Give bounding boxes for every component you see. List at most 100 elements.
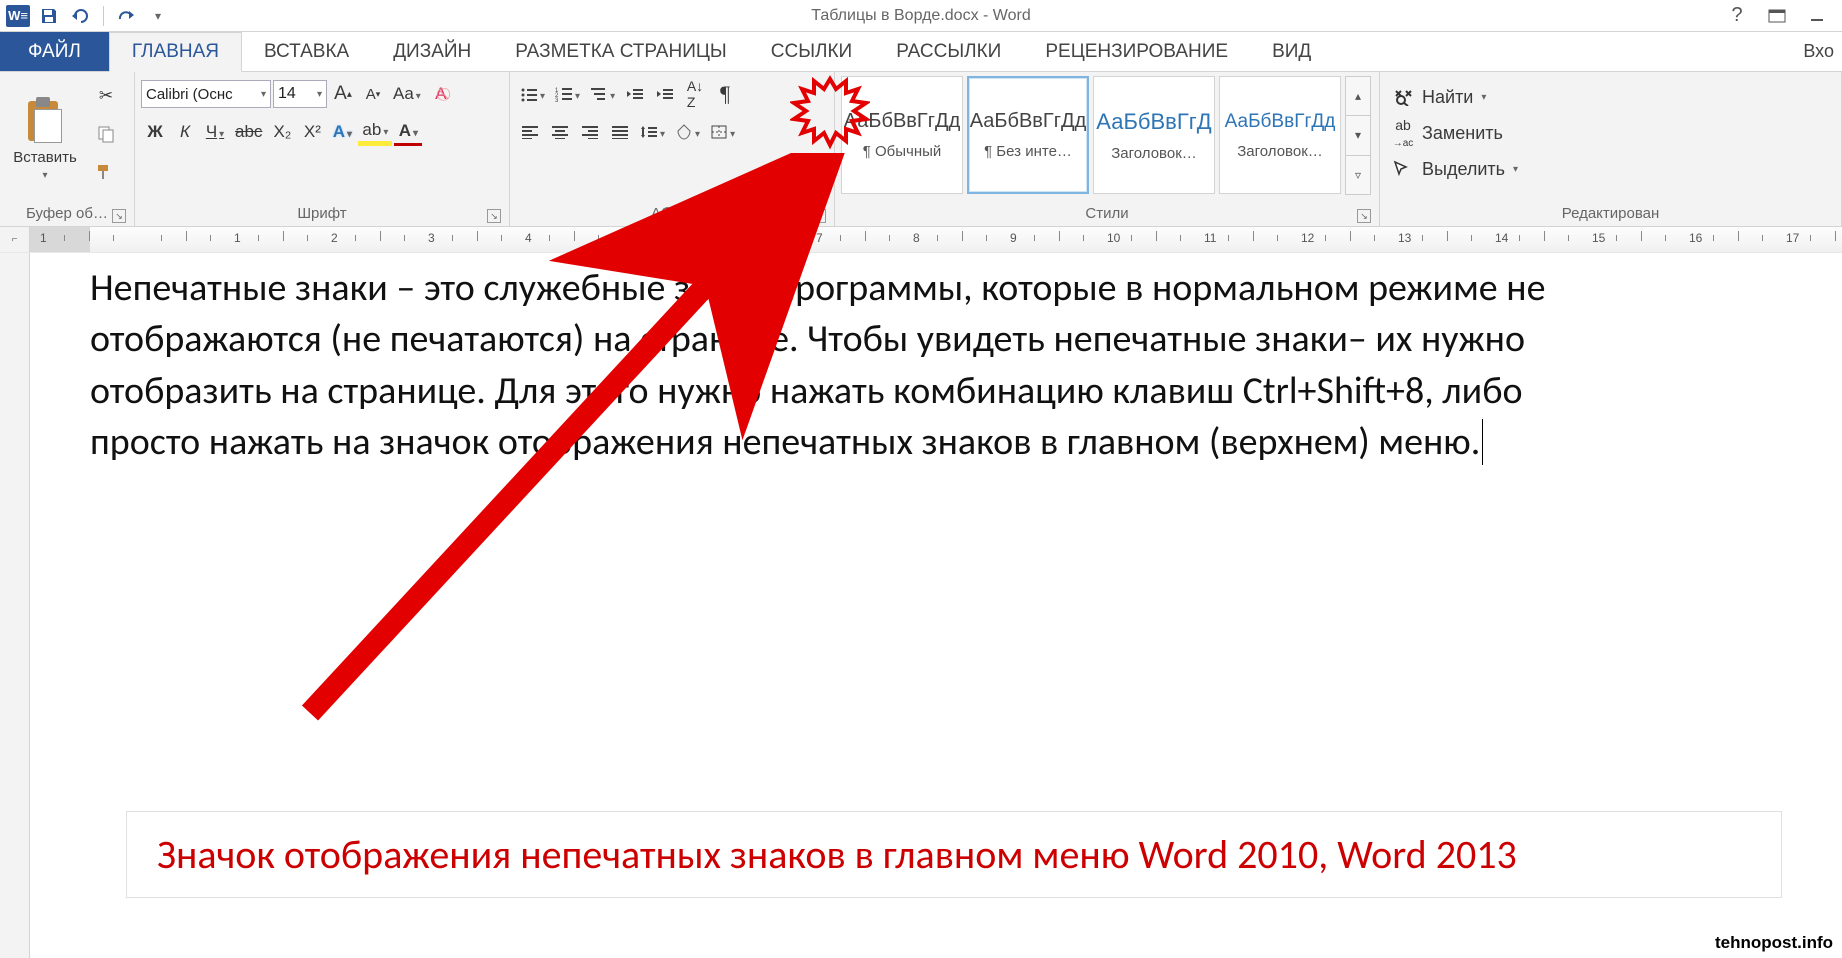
show-paragraph-marks-icon[interactable]: ¶ [711, 80, 739, 108]
ruler-tick: 8 [913, 231, 920, 245]
tab-home[interactable]: ГЛАВНАЯ [109, 32, 242, 72]
ruler-tick: 15 [1592, 231, 1605, 245]
style-no-spacing[interactable]: АаБбВвГгДд ¶ Без инте… [967, 76, 1089, 194]
underline-button[interactable]: Ч [201, 118, 229, 146]
align-right-icon[interactable] [576, 118, 604, 146]
document-paragraph[interactable]: Непечатные знаки – это служебные знаки п… [90, 263, 1640, 468]
clipboard-launcher-icon[interactable]: ↘ [112, 209, 126, 223]
style-heading2[interactable]: АаБбВвГгДд Заголовок… [1219, 76, 1341, 194]
save-icon[interactable] [36, 3, 62, 29]
styles-launcher-icon[interactable]: ↘ [1357, 209, 1371, 223]
group-paragraph-label: Абзац [651, 205, 693, 222]
replace-icon: ab→ac [1392, 117, 1414, 149]
align-center-icon[interactable] [546, 118, 574, 146]
window-title: Таблицы в Ворде.docx - Word [811, 7, 1030, 25]
document-page[interactable]: Непечатные знаки – это служебные знаки п… [30, 253, 1842, 958]
ruler-tick: 1 [234, 231, 241, 245]
superscript-button[interactable]: X² [298, 118, 326, 146]
font-name-combo[interactable]: Calibri (Оснс▾ [141, 80, 271, 108]
sign-in-link[interactable]: Вхо [1803, 32, 1842, 71]
find-icon [1392, 88, 1414, 106]
bold-button[interactable]: Ж [141, 118, 169, 146]
find-button[interactable]: Найти ▾ [1386, 80, 1492, 114]
grow-font-icon[interactable]: A▴ [329, 80, 357, 108]
replace-button[interactable]: ab→ac Заменить [1386, 116, 1509, 150]
clear-formatting-icon[interactable]: A⃠ [427, 80, 455, 108]
line-spacing-icon[interactable] [636, 118, 669, 146]
group-clipboard: Вставить ▾ ✂ Буфер об…↘ [0, 72, 135, 226]
shrink-font-icon[interactable]: A▾ [359, 80, 387, 108]
paste-label: Вставить [13, 149, 77, 166]
styles-scroll-down-icon[interactable]: ▾ [1345, 115, 1371, 155]
copy-icon[interactable] [92, 120, 120, 148]
horizontal-ruler[interactable]: ⌐ 11234567891011121314151617 [0, 227, 1842, 253]
font-launcher-icon[interactable]: ↘ [487, 209, 501, 223]
paste-button[interactable]: Вставить ▾ [6, 76, 84, 202]
annotation-caption: Значок отображения непечатных знаков в г… [126, 811, 1782, 898]
ribbon-display-options-icon[interactable] [1762, 5, 1792, 27]
tab-insert[interactable]: ВСТАВКА [242, 32, 371, 71]
strikethrough-button[interactable]: abc [231, 118, 266, 146]
tab-layout[interactable]: РАЗМЕТКА СТРАНИЦЫ [493, 32, 749, 71]
styles-expand-icon[interactable]: ▿ [1345, 155, 1371, 195]
ribbon-tabs: ФАЙЛ ГЛАВНАЯ ВСТАВКА ДИЗАЙН РАЗМЕТКА СТР… [0, 32, 1842, 72]
bullets-icon[interactable] [516, 80, 549, 108]
select-label: Выделить [1422, 159, 1505, 180]
select-icon [1392, 160, 1414, 178]
vertical-ruler[interactable] [0, 253, 30, 958]
subscript-button[interactable]: X₂ [268, 118, 296, 146]
undo-icon[interactable] [68, 3, 94, 29]
highlight-color-icon[interactable]: ab [358, 118, 392, 146]
minimize-icon[interactable] [1802, 5, 1832, 27]
align-left-icon[interactable] [516, 118, 544, 146]
select-button[interactable]: Выделить ▾ [1386, 152, 1524, 186]
decrease-indent-icon[interactable] [621, 80, 649, 108]
paragraph-launcher-icon[interactable]: ↘ [812, 209, 826, 223]
ruler-tick: 5 [622, 231, 629, 245]
shading-icon[interactable] [671, 118, 704, 146]
text-cursor [1482, 419, 1483, 465]
styles-scroll-up-icon[interactable]: ▴ [1345, 76, 1371, 116]
style-heading1[interactable]: АаБбВвГгД Заголовок… [1093, 76, 1215, 194]
increase-indent-icon[interactable] [651, 80, 679, 108]
paste-icon [24, 97, 66, 145]
style-normal[interactable]: АаБбВвГгДд ¶ Обычный [841, 76, 963, 194]
ruler-tick: 3 [428, 231, 435, 245]
tab-review[interactable]: РЕЦЕНЗИРОВАНИЕ [1023, 32, 1250, 71]
font-size-combo[interactable]: 14▾ [273, 80, 327, 108]
sort-icon[interactable]: A↓Z [681, 80, 709, 108]
help-icon[interactable]: ? [1722, 5, 1752, 27]
ruler-tick: 11 [1204, 231, 1216, 245]
cut-icon[interactable]: ✂ [92, 82, 120, 110]
font-color-icon[interactable]: A [394, 118, 422, 146]
tab-file[interactable]: ФАЙЛ [0, 32, 109, 71]
tab-mailings[interactable]: РАССЫЛКИ [874, 32, 1023, 71]
ruler-corner: ⌐ [0, 227, 30, 252]
tab-design[interactable]: ДИЗАЙН [371, 32, 493, 71]
svg-text:3: 3 [555, 98, 559, 102]
ruler-tick: 1 [40, 231, 47, 245]
qat-customize-icon[interactable]: ▾ [145, 3, 171, 29]
word-app-icon: W≡ [6, 5, 30, 27]
group-paragraph: 123 A↓Z ¶ Абзац ↘ [510, 72, 835, 226]
ruler-tick: 10 [1107, 231, 1120, 245]
text-effects-icon[interactable]: A [328, 118, 356, 146]
justify-icon[interactable] [606, 118, 634, 146]
title-bar: W≡ ▾ Таблицы в Ворде.docx - Word ? [0, 0, 1842, 32]
format-painter-icon[interactable] [92, 158, 120, 186]
multilevel-list-icon[interactable] [586, 80, 619, 108]
numbering-icon[interactable]: 123 [551, 80, 584, 108]
watermark: tehnopost.info [1712, 932, 1836, 954]
ruler-tick: 6 [719, 231, 726, 245]
font-size-value: 14 [278, 85, 296, 103]
tab-view[interactable]: ВИД [1250, 32, 1333, 71]
change-case-icon[interactable]: Aa [389, 80, 425, 108]
font-name-value: Calibri (Оснс [146, 86, 233, 103]
redo-icon[interactable] [113, 3, 139, 29]
tab-references[interactable]: ССЫЛКИ [749, 32, 874, 71]
group-styles: АаБбВвГгДд ¶ Обычный АаБбВвГгДд ¶ Без ин… [835, 72, 1380, 226]
group-editing: Найти ▾ ab→ac Заменить Выделить ▾ Редакт… [1380, 72, 1842, 226]
group-editing-label: Редактирован [1562, 205, 1660, 222]
borders-icon[interactable] [706, 118, 739, 146]
italic-button[interactable]: К [171, 118, 199, 146]
